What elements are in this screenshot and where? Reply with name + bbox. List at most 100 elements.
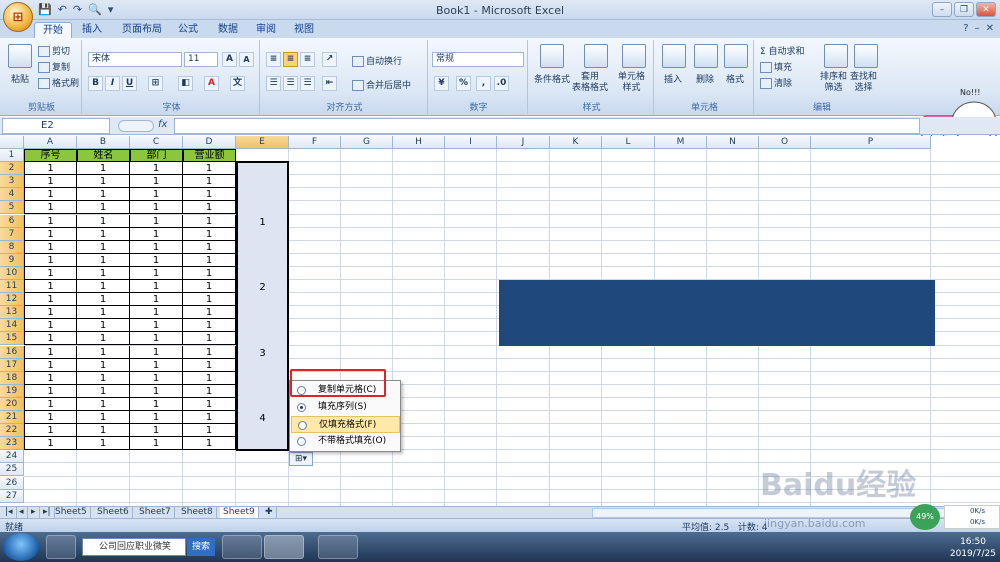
- table-cell[interactable]: 1: [77, 240, 130, 254]
- table-cell[interactable]: 1: [183, 188, 236, 202]
- tab-formulas[interactable]: 公式: [170, 22, 206, 38]
- delete-cells-button[interactable]: 删除: [696, 72, 714, 85]
- table-cell[interactable]: 1: [24, 424, 77, 438]
- table-cell[interactable]: 1: [130, 214, 183, 228]
- autofill-options-button[interactable]: ⊞▾: [289, 452, 313, 466]
- taskbar-excel-icon[interactable]: [264, 535, 304, 559]
- tab-view[interactable]: 视图: [286, 22, 322, 38]
- minimize-button[interactable]: –: [932, 2, 952, 17]
- table-cell[interactable]: 1: [130, 201, 183, 215]
- row-header-23[interactable]: 23: [0, 437, 24, 451]
- e-column-value[interactable]: 1: [236, 216, 289, 229]
- orientation-icon[interactable]: ↗: [322, 52, 337, 67]
- underline-button[interactable]: U: [122, 76, 137, 91]
- row-header-14[interactable]: 14: [0, 319, 24, 333]
- row-header-25[interactable]: 25: [0, 463, 24, 477]
- row-header-15[interactable]: 15: [0, 332, 24, 346]
- row-header-22[interactable]: 22: [0, 424, 24, 438]
- table-cell[interactable]: 1: [130, 384, 183, 398]
- table-cell[interactable]: 1: [77, 397, 130, 411]
- clear-button[interactable]: 清除: [760, 76, 792, 89]
- tab-review[interactable]: 审阅: [248, 22, 284, 38]
- column-header-b[interactable]: B: [77, 136, 130, 149]
- selected-range-e2-e23[interactable]: [236, 161, 289, 451]
- taskbar-app-icon[interactable]: [46, 535, 76, 559]
- sort-filter-icon[interactable]: [824, 44, 848, 68]
- table-cell[interactable]: 1: [77, 371, 130, 385]
- table-cell[interactable]: 1: [130, 306, 183, 320]
- column-header-f[interactable]: F: [289, 136, 341, 149]
- table-cell[interactable]: 1: [130, 371, 183, 385]
- table-cell[interactable]: 1: [77, 424, 130, 438]
- table-header-cell[interactable]: 姓名: [77, 149, 130, 163]
- table-cell[interactable]: 1: [183, 371, 236, 385]
- close-button[interactable]: ✕: [976, 2, 996, 17]
- table-cell[interactable]: 1: [130, 240, 183, 254]
- align-right-icon[interactable]: ☰: [300, 76, 315, 91]
- table-cell[interactable]: 1: [183, 280, 236, 294]
- table-cell[interactable]: 1: [77, 214, 130, 228]
- number-format-select[interactable]: 常规: [432, 52, 524, 67]
- help-icon[interactable]: ?: [963, 23, 968, 34]
- table-cell[interactable]: 1: [183, 411, 236, 425]
- column-header-e[interactable]: E: [236, 136, 289, 149]
- table-cell[interactable]: 1: [130, 332, 183, 346]
- sort-filter-button[interactable]: 排序和 筛选: [820, 72, 847, 94]
- table-cell[interactable]: 1: [77, 411, 130, 425]
- table-cell[interactable]: 1: [183, 162, 236, 176]
- table-cell[interactable]: 1: [130, 266, 183, 280]
- column-header-g[interactable]: G: [341, 136, 393, 149]
- table-cell[interactable]: 1: [24, 397, 77, 411]
- blue-shape[interactable]: [499, 280, 935, 346]
- row-header-1[interactable]: 1: [0, 149, 24, 163]
- table-cell[interactable]: 1: [77, 162, 130, 176]
- table-cell[interactable]: 1: [77, 345, 130, 359]
- table-header-cell[interactable]: 营业额: [183, 149, 236, 163]
- merge-center-button[interactable]: 合并后居中: [352, 78, 411, 91]
- insert-cells-icon[interactable]: [662, 44, 686, 68]
- delete-cells-icon[interactable]: [694, 44, 718, 68]
- ribbon-close-icon[interactable]: ✕: [986, 23, 994, 34]
- ribbon-minimize-icon[interactable]: –: [975, 23, 980, 34]
- table-cell[interactable]: 1: [24, 293, 77, 307]
- copy-button[interactable]: 复制: [38, 60, 70, 73]
- align-middle-icon[interactable]: ≡: [283, 52, 298, 67]
- cell-styles-icon[interactable]: [622, 44, 646, 68]
- table-header-cell[interactable]: 序号: [24, 149, 77, 163]
- table-cell[interactable]: 1: [77, 437, 130, 451]
- table-cell[interactable]: 1: [77, 332, 130, 346]
- row-header-19[interactable]: 19: [0, 384, 24, 398]
- table-cell[interactable]: 1: [24, 332, 77, 346]
- table-cell[interactable]: 1: [24, 227, 77, 241]
- table-cell[interactable]: 1: [183, 240, 236, 254]
- row-header-24[interactable]: 24: [0, 450, 24, 464]
- conditional-format-icon[interactable]: [540, 44, 564, 68]
- table-format-icon[interactable]: [584, 44, 608, 68]
- start-button[interactable]: [3, 533, 39, 561]
- format-cells-icon[interactable]: [724, 44, 748, 68]
- table-cell[interactable]: 1: [77, 293, 130, 307]
- fill-button[interactable]: 填充: [760, 60, 792, 73]
- table-cell[interactable]: 1: [183, 306, 236, 320]
- table-cell[interactable]: 1: [130, 411, 183, 425]
- indent-icon[interactable]: ⇤: [322, 76, 337, 91]
- table-cell[interactable]: 1: [77, 188, 130, 202]
- find-select-button[interactable]: 查找和 选择: [850, 72, 877, 94]
- paste-button[interactable]: 粘贴: [11, 72, 29, 85]
- table-cell[interactable]: 1: [183, 345, 236, 359]
- table-cell[interactable]: 1: [130, 188, 183, 202]
- row-header-13[interactable]: 13: [0, 306, 24, 320]
- table-cell[interactable]: 1: [183, 214, 236, 228]
- formula-input[interactable]: [174, 118, 920, 134]
- taskbar-wechat-icon[interactable]: [318, 535, 358, 559]
- table-cell[interactable]: 1: [24, 266, 77, 280]
- table-cell[interactable]: 1: [24, 162, 77, 176]
- align-center-icon[interactable]: ☰: [283, 76, 298, 91]
- phonetic-icon[interactable]: 文: [230, 76, 245, 91]
- name-box[interactable]: E2: [2, 118, 110, 134]
- table-cell[interactable]: 1: [183, 201, 236, 215]
- font-name-select[interactable]: 宋体: [88, 52, 182, 67]
- taskbar-search-input[interactable]: 公司回应职业微笑: [82, 538, 186, 556]
- table-cell[interactable]: 1: [130, 358, 183, 372]
- table-cell[interactable]: 1: [24, 319, 77, 333]
